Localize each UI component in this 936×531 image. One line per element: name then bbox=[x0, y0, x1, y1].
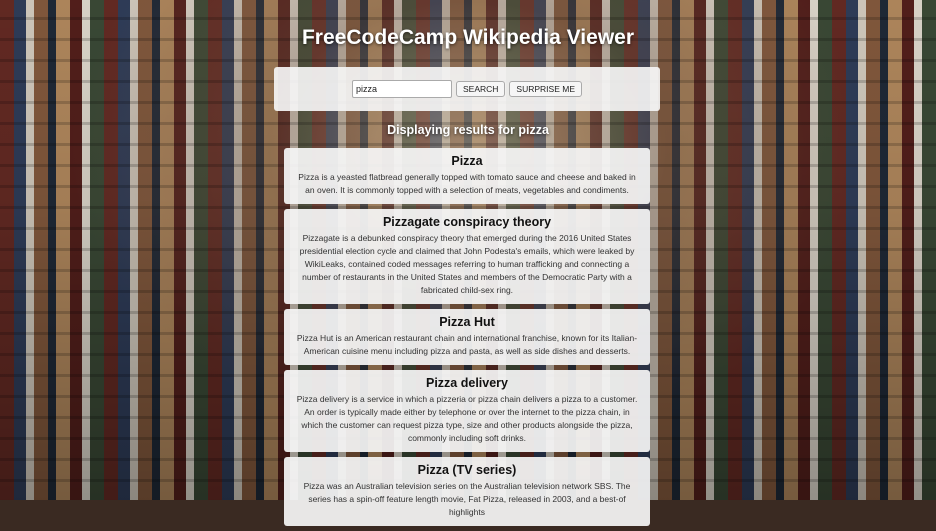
page-title: FreeCodeCamp Wikipedia Viewer bbox=[301, 26, 635, 49]
result-card[interactable]: Pizza Hut Pizza Hut is an American resta… bbox=[284, 309, 650, 365]
result-title[interactable]: Pizza Hut bbox=[294, 315, 640, 329]
result-title[interactable]: Pizzagate conspiracy theory bbox=[294, 215, 640, 229]
search-panel: SEARCH SURPRISE ME bbox=[274, 67, 660, 111]
result-card[interactable]: Pizza delivery Pizza delivery is a servi… bbox=[284, 370, 650, 452]
result-snippet: Pizzagate is a debunked conspiracy theor… bbox=[299, 233, 635, 295]
result-snippet: Pizza Hut is an American restaurant chai… bbox=[296, 333, 638, 356]
result-snippet: Pizza delivery is a service in which a p… bbox=[296, 394, 638, 443]
search-input[interactable] bbox=[351, 80, 452, 98]
surprise-me-button[interactable]: SURPRISE ME bbox=[509, 81, 582, 97]
result-snippet: Pizza is a yeasted flatbread generally t… bbox=[298, 172, 636, 195]
result-title[interactable]: Pizza (TV series) bbox=[294, 463, 640, 477]
results-heading: Displaying results for pizza bbox=[387, 123, 549, 137]
result-title[interactable]: Pizza bbox=[294, 154, 640, 168]
results-list: Pizza Pizza is a yeasted flatbread gener… bbox=[284, 148, 650, 531]
result-card[interactable]: Pizza (TV series) Pizza was an Australia… bbox=[284, 457, 650, 526]
result-card[interactable]: Pizza Pizza is a yeasted flatbread gener… bbox=[284, 148, 650, 204]
result-title[interactable]: Pizza delivery bbox=[294, 376, 640, 390]
result-card[interactable]: Pizzagate conspiracy theory Pizzagate is… bbox=[284, 209, 650, 304]
search-button[interactable]: SEARCH bbox=[455, 81, 506, 97]
